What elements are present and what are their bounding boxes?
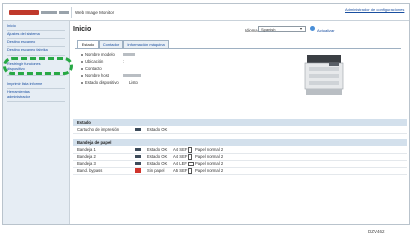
sidebar-item-herramientas-2[interactable]: administrador bbox=[7, 95, 30, 100]
brand-logo-text bbox=[41, 11, 57, 14]
sidebar-item-inicio[interactable]: Inicio bbox=[7, 24, 16, 29]
paper-icon bbox=[188, 168, 192, 174]
row-status: Sin papel bbox=[147, 168, 165, 173]
row-name: Band. bypass bbox=[77, 168, 103, 173]
row-paper: Papel normal 2 bbox=[195, 154, 224, 159]
sidebar-divider bbox=[7, 55, 65, 56]
bullet-icon bbox=[81, 75, 83, 77]
refresh-icon[interactable] bbox=[310, 26, 315, 31]
language-select[interactable]: Spanish bbox=[258, 26, 306, 32]
row-size: A4 LEF bbox=[173, 161, 187, 166]
tray-icon bbox=[135, 162, 141, 165]
sidebar-divider bbox=[7, 46, 65, 47]
bullet-icon bbox=[81, 54, 83, 56]
refresh-link[interactable]: Actualizar bbox=[317, 28, 335, 33]
row-name: Bandeja 2 bbox=[77, 154, 96, 159]
page-title: Inicio bbox=[73, 26, 92, 33]
sidebar-item-destino-fabrika[interactable]: Destino escaneo fabrika bbox=[7, 48, 48, 53]
row-paper: Papel normal 2 bbox=[195, 168, 224, 173]
section-estado: Estado bbox=[73, 119, 407, 126]
sidebar-item-ajustes[interactable]: Ajustes del sistema bbox=[7, 32, 40, 37]
prop-label-host: Nombre host bbox=[85, 73, 109, 78]
sidebar-item-herramientas[interactable]: Herramientas bbox=[7, 90, 30, 95]
prop-label-device-status: Estado dispositivo bbox=[85, 80, 119, 85]
tray-icon bbox=[135, 148, 141, 151]
logout-link[interactable]: Administrador de configuraciones bbox=[345, 7, 404, 12]
table-row: Band. bypass Sin papel A5 SEF Papel norm… bbox=[73, 167, 407, 175]
error-icon bbox=[135, 168, 141, 173]
prop-value-device-status: Listo bbox=[129, 80, 138, 85]
row-status: Estado OK bbox=[147, 147, 168, 152]
prop-label-model: Nombre modelo bbox=[85, 52, 115, 57]
row-size: A4 SEF bbox=[173, 154, 188, 159]
sidebar: Inicio Ajustes del sistema Destino escan… bbox=[3, 21, 73, 224]
redacted-value bbox=[123, 53, 135, 56]
prop-value-location: : bbox=[123, 59, 125, 64]
bullet-icon bbox=[81, 61, 83, 63]
highlight-callout bbox=[3, 57, 73, 75]
row-size: A5 SEF bbox=[173, 168, 188, 173]
prop-label-contact: Contacto bbox=[85, 66, 102, 71]
row-name: Cartucho de impresión bbox=[77, 127, 120, 132]
bullet-icon bbox=[81, 68, 83, 70]
top-bar: Web Image Monitor Administrador de confi… bbox=[3, 4, 409, 21]
browser-frame: Web Image Monitor Administrador de confi… bbox=[2, 3, 410, 225]
printer-image bbox=[304, 55, 344, 95]
row-paper: Papel normal 2 bbox=[195, 147, 224, 152]
row-name: Bandeja 3 bbox=[77, 161, 96, 166]
table-row: Cartucho de impresión Estado OK bbox=[73, 126, 407, 134]
figure-code: DZV462 bbox=[368, 229, 385, 234]
status-panel: Nombre modelo Ubicación : Contacto Nombr… bbox=[75, 48, 401, 107]
section-bandeja: Bandeja de papel bbox=[73, 139, 407, 146]
chevron-down-icon[interactable]: ▾ bbox=[300, 26, 302, 32]
sidebar-item-imprimir[interactable]: Imprimir lista informe bbox=[7, 82, 42, 87]
main-content: Inicio Idioma Spanish ▾ Actualizar Estad… bbox=[73, 21, 407, 224]
bullet-icon bbox=[81, 82, 83, 84]
sidebar-divider bbox=[7, 75, 65, 76]
brand-logo-text-2 bbox=[59, 11, 69, 14]
language-label: Idioma bbox=[245, 28, 258, 33]
sidebar-divider bbox=[7, 38, 65, 39]
app-title: Web Image Monitor bbox=[75, 10, 115, 15]
divider bbox=[71, 7, 72, 18]
prop-label-location: Ubicación bbox=[85, 59, 104, 64]
paper-icon bbox=[188, 162, 194, 166]
sidebar-divider bbox=[7, 101, 65, 102]
sidebar-divider bbox=[7, 88, 65, 89]
row-status: Estado OK bbox=[147, 161, 168, 166]
sidebar-divider bbox=[7, 30, 65, 31]
redacted-value bbox=[123, 74, 141, 77]
row-status: Estado OK bbox=[147, 154, 168, 159]
brand-logo bbox=[9, 10, 39, 15]
row-paper: Papel normal 2 bbox=[195, 161, 224, 166]
row-size: A4 SEF bbox=[173, 147, 188, 152]
row-name: Bandeja 1 bbox=[77, 147, 96, 152]
cartridge-icon bbox=[135, 128, 141, 131]
sidebar-item-destino-escaneo[interactable]: Destino escaneo bbox=[7, 40, 35, 45]
row-status: Estado OK bbox=[147, 127, 168, 132]
tray-icon bbox=[135, 155, 141, 158]
